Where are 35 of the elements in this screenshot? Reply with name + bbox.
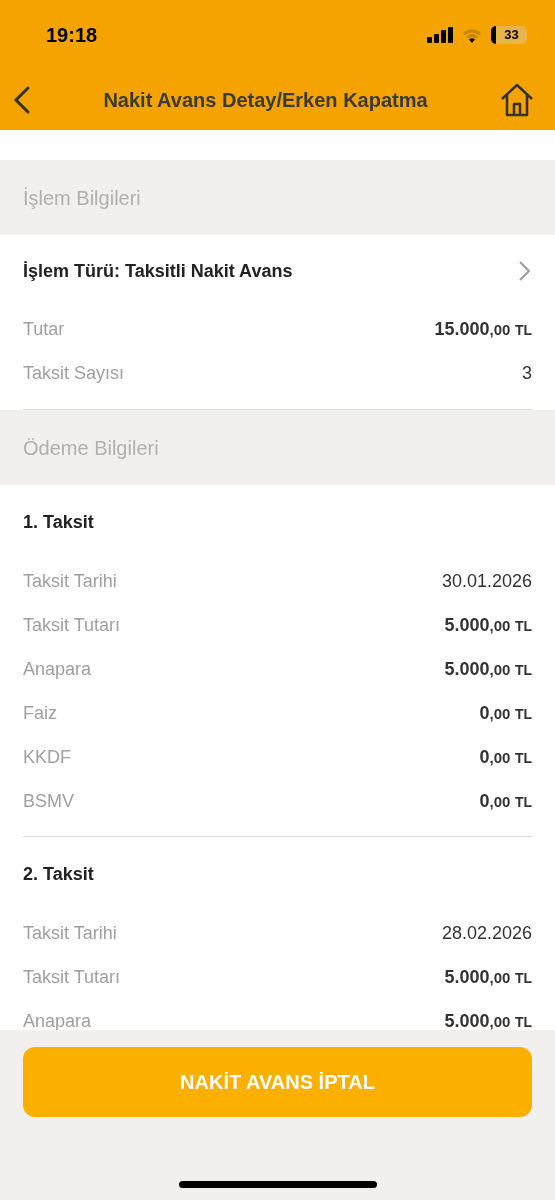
- chevron-right-icon[interactable]: [518, 260, 532, 282]
- installment-title: 1. Taksit: [23, 510, 94, 534]
- amount-value: 5.000,00 TL: [444, 1009, 532, 1030]
- amount-value: 5.000,00 TL: [444, 965, 532, 989]
- row-label: Taksit Tutarı: [23, 613, 121, 637]
- row-label: Anapara: [23, 1009, 92, 1030]
- back-icon[interactable]: [12, 85, 32, 115]
- installment-title: 2. Taksit: [23, 862, 94, 886]
- wifi-icon: [461, 27, 483, 43]
- row-label: Taksit Tarihi: [23, 921, 117, 945]
- row-value: 30.01.2026: [441, 569, 532, 593]
- status-time: 19:18: [46, 23, 98, 48]
- row-label: Taksit Tarihi: [23, 569, 117, 593]
- home-icon[interactable]: [499, 82, 535, 118]
- row-label: Taksit Tutarı: [23, 965, 121, 989]
- battery-icon: 33: [491, 26, 527, 44]
- amount-value: 0,00 TL: [479, 789, 532, 813]
- row-label: KKDF: [23, 745, 71, 769]
- row-value: 3: [522, 361, 532, 385]
- amount-value: 0,00 TL: [479, 701, 532, 725]
- row-label: Faiz: [23, 701, 57, 725]
- amount-value: 5.000,00 TL: [444, 613, 532, 637]
- section-title: İşlem Bilgileri: [23, 185, 141, 211]
- section-title: Ödeme Bilgileri: [23, 435, 159, 461]
- page-title: Nakit Avans Detay/Erken Kapatma: [103, 88, 428, 113]
- transaction-type-link[interactable]: İşlem Türü: Taksitli Nakit Avans: [23, 257, 293, 285]
- row-label: Taksit Sayısı: [23, 361, 125, 385]
- amount-value: 0,00 TL: [479, 745, 532, 769]
- row-label: Tutar: [23, 317, 65, 341]
- row-label: BSMV: [23, 789, 74, 813]
- row-label: Anapara: [23, 657, 92, 681]
- amount-value: 5.000,00 TL: [444, 657, 532, 681]
- row-value: 28.02.2026: [441, 921, 532, 945]
- signal-icon: [427, 27, 453, 43]
- amount-value: 15.000,00 TL: [434, 317, 532, 341]
